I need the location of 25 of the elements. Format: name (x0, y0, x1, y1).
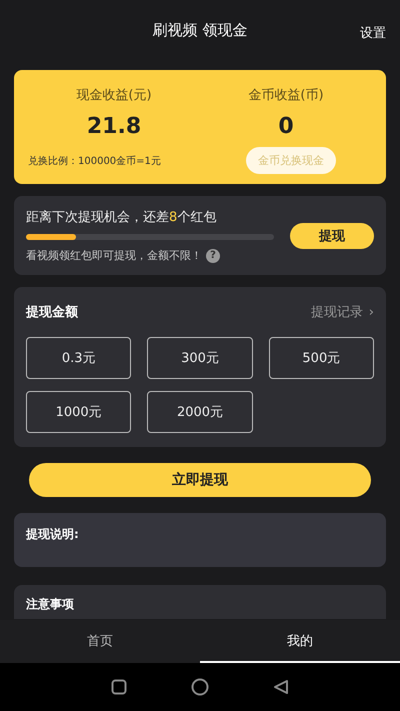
progress-text: 距离下次提现机会，还差8个红包 (26, 209, 218, 226)
coin-value: 0 (277, 114, 295, 139)
back-icon[interactable] (273, 679, 289, 695)
notice-title: 注意事项 (26, 597, 74, 611)
coin-label: 金币收益(币) (247, 87, 325, 104)
page-title: 刷视频 领现金 (152, 20, 248, 40)
exchange-rate: 兑换比例：100000金币=1元 (28, 154, 161, 168)
amount-option[interactable]: 2000元 (147, 391, 253, 433)
home-icon[interactable] (191, 678, 209, 696)
hint-text: 看视频领红包即可提现，金额不限！ (26, 248, 202, 263)
withdraw-button[interactable]: 提现 (290, 222, 374, 248)
recents-icon[interactable] (111, 679, 127, 695)
help-icon[interactable]: ? (206, 248, 220, 262)
withdraw-now-button[interactable]: 立即提现 (29, 463, 371, 497)
settings-button[interactable]: 设置 (360, 24, 386, 42)
cash-label: 现金收益(元) (75, 87, 153, 104)
cash-value: 21.8 (86, 114, 142, 139)
records-link[interactable]: 提现记录 › (310, 303, 374, 321)
amount-option[interactable]: 0.3元 (26, 337, 132, 379)
amount-option[interactable]: 300元 (147, 337, 253, 379)
instructions-title: 提现说明: (26, 527, 79, 541)
amount-option[interactable]: 500元 (268, 337, 374, 379)
section-title: 提现金额 (26, 304, 78, 321)
amount-option[interactable]: 1000元 (26, 391, 132, 433)
nav-tab[interactable]: 首页 (0, 620, 200, 663)
